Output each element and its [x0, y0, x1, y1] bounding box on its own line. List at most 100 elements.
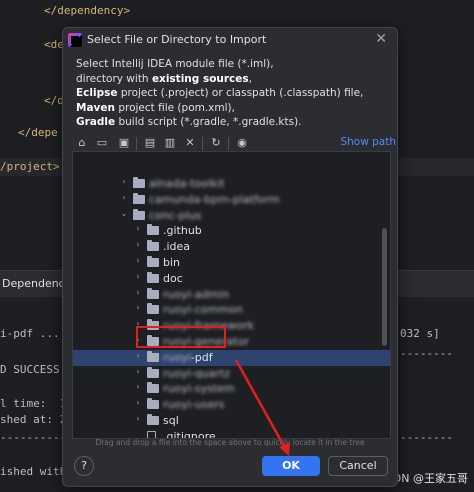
desktop-icon[interactable]: ▭ [94, 135, 110, 151]
tree-item-label: ruoyi-common [163, 303, 243, 317]
toolbar-separator [136, 137, 137, 150]
code-line: </dependency> [44, 4, 131, 17]
console-line: l time: 1 [0, 397, 67, 410]
chevron-right-icon[interactable]: › [133, 224, 143, 233]
toolbar-separator [202, 137, 203, 150]
desc-line-2: directory with existing sources, [76, 72, 253, 85]
tree-row[interactable]: › ruoyi-users [73, 397, 390, 413]
chevron-right-icon[interactable]: › [133, 272, 143, 281]
folder-icon [147, 414, 159, 425]
folder-icon [147, 382, 159, 394]
tree-row[interactable]: › ruoyi-system [73, 381, 390, 397]
console-line: i-pdf .... [0, 327, 67, 340]
console-line-tail: 032 s] [400, 327, 440, 340]
new-folder-icon[interactable]: ▥ [162, 135, 178, 151]
folder-icon [133, 177, 145, 188]
tree-item-label: .github [163, 224, 202, 238]
tree-row-selected[interactable]: › ruoyi-pdf [73, 349, 390, 366]
tree-item-label: sql [163, 414, 179, 427]
folder-icon [133, 192, 145, 204]
chevron-right-icon[interactable]: › [133, 382, 143, 391]
folder-icon [147, 240, 159, 252]
home-icon[interactable]: ⌂ [74, 135, 90, 151]
chevron-right-icon[interactable]: › [133, 288, 143, 297]
folder-icon [147, 271, 159, 283]
tree-item-label: ruoyi-pdf [163, 350, 213, 364]
tree-row[interactable]: › ruoyi-generator [73, 334, 390, 350]
import-dialog: Select File or Directory to Import ✕ Sel… [62, 27, 398, 487]
tree-row[interactable]: › .github [73, 223, 390, 239]
help-button[interactable]: ? [74, 456, 94, 476]
tree-item-label: ruoyi-admin [163, 287, 230, 301]
chevron-right-icon[interactable]: › [133, 240, 143, 249]
folder-icon [147, 303, 159, 315]
tree-row[interactable]: ⌄ conc-plus [73, 208, 390, 224]
desc-line-3: Eclipse project (.project) or classpath … [76, 87, 364, 100]
chevron-right-icon[interactable]: › [119, 193, 129, 202]
desc-line-5: Gradle build script (*.gradle, *.gradle.… [76, 116, 302, 129]
tree-row[interactable]: › bin [73, 255, 390, 271]
drag-hint: Drag and drop a file into the space abov… [95, 438, 365, 447]
chevron-right-icon[interactable]: › [119, 177, 129, 186]
folder-icon [147, 366, 159, 378]
tree-row[interactable]: › .idea [73, 239, 390, 255]
console-line-tail: -------- [400, 431, 453, 444]
refresh-icon[interactable]: ↻ [208, 135, 224, 151]
tree-item-label: camunda-bpm-platform [149, 192, 280, 206]
console-line: ished with [0, 465, 67, 478]
annotation-highlight-box [136, 326, 226, 348]
chevron-right-icon[interactable]: › [133, 303, 143, 312]
dependency-tab[interactable]: Dependency [2, 277, 71, 290]
tree-item-label: bin [163, 256, 181, 269]
file-tree[interactable]: › alnada-toolkit › camunda-bpm-platform ⌄ con… [72, 151, 391, 439]
folder-icon [147, 287, 159, 299]
delete-icon[interactable]: ✕ [182, 135, 198, 151]
chevron-right-icon[interactable]: › [133, 398, 143, 407]
chevron-right-icon[interactable]: › [133, 414, 143, 423]
tree-item-label: alnada-toolkit [149, 177, 225, 190]
code-line: <de [44, 38, 64, 51]
close-icon[interactable]: ✕ [375, 31, 387, 47]
module-folder-icon[interactable]: ▤ [142, 135, 158, 151]
console-line: shed at: 2 [0, 413, 67, 426]
chevron-right-icon[interactable]: › [133, 367, 143, 376]
folder-icon [147, 224, 159, 236]
show-path-link[interactable]: Show path [340, 136, 396, 148]
hidden-files-icon[interactable]: ◉ [234, 135, 250, 151]
dialog-title: Select File or Directory to Import [87, 33, 267, 46]
desc-line-1: Select Intellij IDEA module file (*.iml)… [76, 58, 274, 70]
tree-item-label: doc [163, 271, 183, 285]
console-line-tail: -------- [400, 347, 453, 360]
desc-line-4: Maven project file (pom.xml), [76, 101, 235, 114]
cancel-button[interactable]: Cancel [328, 456, 388, 476]
code-line: /project> [0, 160, 60, 173]
console-line: D SUCCESS [0, 363, 60, 376]
tree-row[interactable]: › ruoyi-admin [73, 287, 390, 303]
folder-icon [147, 398, 159, 410]
dialog-titlebar: Select File or Directory to Import ✕ [63, 28, 397, 54]
tree-item-label: ruoyi-system [163, 382, 235, 396]
folder-icon [147, 350, 159, 362]
intellij-icon [68, 33, 82, 47]
tree-row[interactable]: › doc [73, 271, 390, 287]
tree-row[interactable]: › sql [73, 413, 390, 429]
ok-button[interactable]: OK [262, 456, 320, 476]
project-folder-icon[interactable]: ▣ [116, 135, 132, 151]
chevron-right-icon[interactable]: › [133, 351, 143, 360]
code-line: </depe [18, 126, 58, 139]
chevron-down-icon[interactable]: ⌄ [119, 209, 129, 218]
folder-icon [147, 256, 159, 267]
tree-item-label: ruoyi-quartz [163, 366, 231, 380]
toolbar-separator [228, 137, 229, 150]
tree-row[interactable]: › camunda-bpm-platform [73, 192, 390, 208]
tree-item-label: conc-plus [149, 208, 202, 222]
chevron-right-icon[interactable]: › [133, 256, 143, 265]
folder-icon [133, 208, 145, 220]
tree-row[interactable]: › alnada-toolkit [73, 176, 390, 192]
tree-row[interactable]: › ruoyi-common [73, 302, 390, 318]
tree-item-label: ruoyi-users [163, 398, 225, 412]
tree-row[interactable]: › ruoyi-quartz [73, 366, 390, 382]
tree-row[interactable]: › ruoyi-framework [73, 318, 390, 334]
dialog-description: Select Intellij IDEA module file (*.iml)… [76, 57, 388, 130]
tree-item-label: .idea [163, 240, 191, 254]
